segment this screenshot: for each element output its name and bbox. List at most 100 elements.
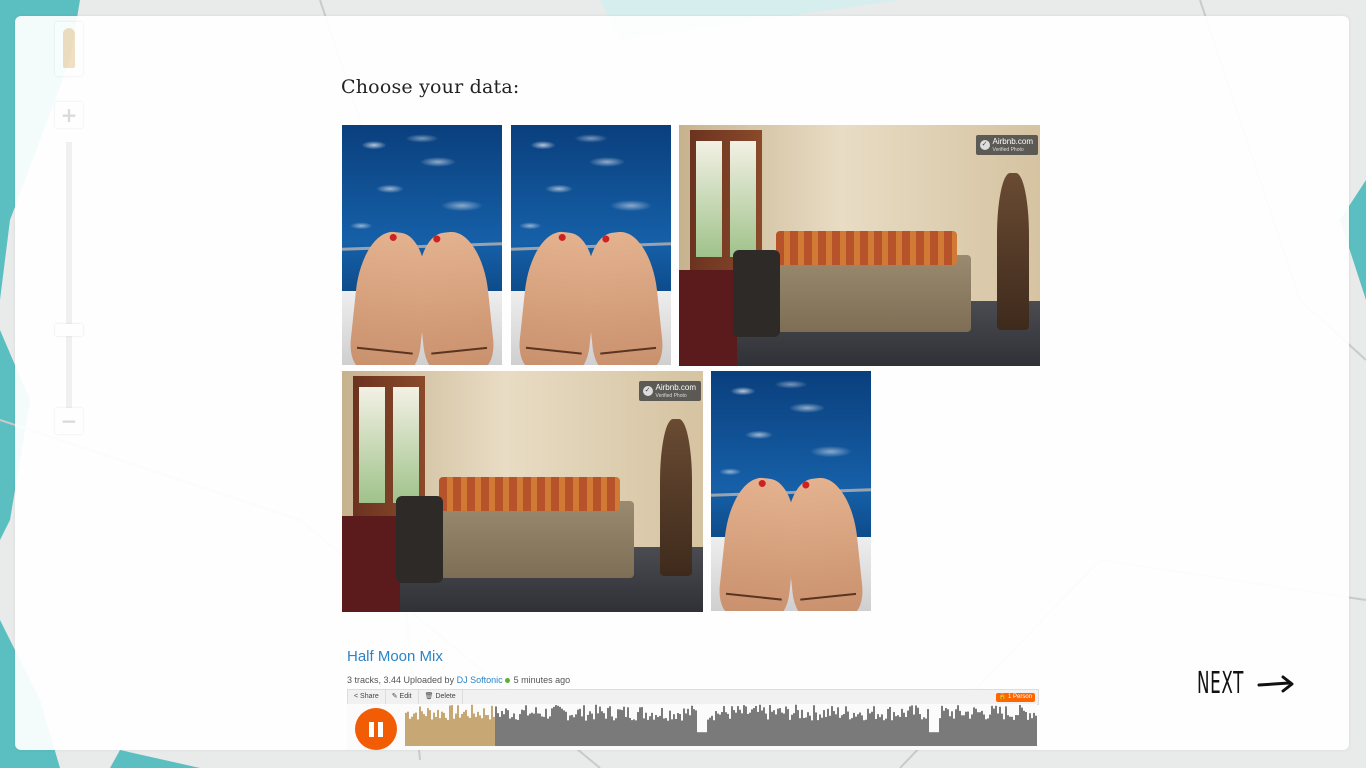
waveform-bar	[559, 706, 561, 746]
waveform-bar	[703, 732, 705, 746]
waveform-bar	[989, 714, 991, 746]
waveform-bar	[549, 716, 551, 746]
waveform-bar	[921, 719, 923, 746]
waveform-bar	[1035, 715, 1037, 746]
waveform-bar	[587, 714, 589, 746]
waveform-bar	[1023, 710, 1025, 746]
waveform-bar	[419, 706, 421, 746]
waveform-bar	[475, 716, 477, 746]
waveform-bar	[535, 707, 537, 746]
waveform-bar	[889, 706, 891, 746]
plus-icon[interactable]: +	[55, 102, 83, 128]
waveform-bar	[561, 708, 563, 746]
delete-button[interactable]: 🗑 Delete	[419, 690, 463, 704]
share-button[interactable]: < Share	[348, 690, 386, 704]
waveform-bar	[991, 705, 993, 746]
waveform-bar	[933, 732, 935, 746]
photo-option-feet-3[interactable]	[711, 371, 871, 611]
waveform-bar	[461, 713, 463, 746]
waveform-bar	[591, 713, 593, 746]
waveform-bar	[731, 706, 733, 746]
waveform-bar	[571, 714, 573, 746]
waveform-bar	[615, 718, 617, 746]
waveform-bar	[799, 718, 801, 746]
photo-option-feet-2[interactable]	[511, 125, 671, 365]
waveform-bar	[763, 707, 765, 746]
waveform-bar	[573, 717, 575, 746]
waveform-bar	[431, 719, 433, 746]
waveform-bar	[1015, 715, 1017, 746]
check-icon: ✓	[979, 140, 990, 150]
uploader-link[interactable]: DJ Softonic	[457, 675, 503, 685]
waveform-bar	[781, 712, 783, 746]
waveform-bar	[911, 705, 913, 746]
waveform-bar	[713, 720, 715, 746]
photo-option-room-1[interactable]: ✓ Airbnb.com Verified Photo	[679, 125, 1040, 366]
waveform-bar	[793, 713, 795, 746]
waveform-bar	[899, 716, 901, 746]
waveform-bar	[907, 710, 909, 746]
next-button[interactable]: NEXT	[1197, 666, 1295, 701]
waveform-bar	[741, 713, 743, 746]
waveform-bar	[649, 716, 651, 746]
track-meta: 3 tracks, 3.44 Uploaded by DJ Softonic 5 …	[347, 675, 570, 685]
waveform-bar	[527, 715, 529, 746]
waveform-bar	[623, 706, 625, 746]
waveform-bar	[523, 710, 525, 746]
minus-icon[interactable]: −	[55, 408, 83, 434]
waveform[interactable]	[405, 704, 1037, 750]
waveform-bar	[837, 707, 839, 746]
waveform-bar	[693, 709, 695, 746]
waveform-bar	[1029, 713, 1031, 746]
zoom-slider-thumb[interactable]	[55, 324, 83, 336]
waveform-bar	[433, 712, 435, 746]
waveform-bar	[601, 711, 603, 746]
waveform-bar	[583, 705, 585, 746]
waveform-bar	[691, 705, 693, 746]
waveform-bar	[783, 713, 785, 746]
waveform-bar	[581, 716, 583, 746]
waveform-bar	[937, 732, 939, 746]
pause-button[interactable]	[355, 708, 397, 750]
photo-option-feet-1[interactable]	[342, 125, 502, 365]
photo-option-room-2[interactable]: ✓ Airbnb.com Verified Photo	[342, 371, 703, 612]
waveform-bar	[499, 716, 501, 746]
waveform-bar	[1009, 716, 1011, 746]
waveform-bar	[797, 710, 799, 746]
waveform-bar	[547, 718, 549, 746]
waveform-bar	[1025, 712, 1027, 746]
waveform-bar	[729, 718, 731, 746]
waveform-bar	[913, 714, 915, 746]
waveform-bar	[633, 719, 635, 746]
waveform-bar	[525, 705, 527, 746]
waveform-bar	[987, 718, 989, 746]
waveform-bar	[723, 706, 725, 746]
waveform-bar	[557, 705, 559, 746]
waveform-bar	[807, 712, 809, 746]
zoom-slider[interactable]	[55, 142, 83, 412]
track-title[interactable]: Half Moon Mix	[347, 648, 443, 665]
waveform-bar	[449, 705, 451, 746]
waveform-bar	[407, 711, 409, 746]
waveform-bar	[755, 705, 757, 746]
next-label: NEXT	[1197, 666, 1244, 701]
waveform-bar	[863, 720, 865, 746]
waveform-bar	[683, 708, 685, 746]
waveform-bar	[917, 707, 919, 746]
waveform-bar	[717, 713, 719, 746]
waveform-bar	[537, 713, 539, 746]
waveform-bar	[625, 716, 627, 746]
edit-button[interactable]: ✎ Edit	[386, 690, 419, 704]
waveform-bar	[653, 719, 655, 746]
pegman-icon[interactable]	[55, 22, 83, 76]
waveform-bar	[471, 704, 473, 746]
waveform-bar	[971, 714, 973, 746]
soundcloud-option[interactable]: Half Moon Mix 3 tracks, 3.44 Uploaded by…	[341, 638, 1041, 750]
waveform-bar	[669, 710, 671, 746]
waveform-bar	[701, 732, 703, 746]
waveform-bar	[539, 713, 541, 746]
waveform-bar	[425, 716, 427, 746]
waveform-bar	[813, 705, 815, 746]
waveform-bar	[599, 706, 601, 746]
waveform-bar	[903, 712, 905, 746]
